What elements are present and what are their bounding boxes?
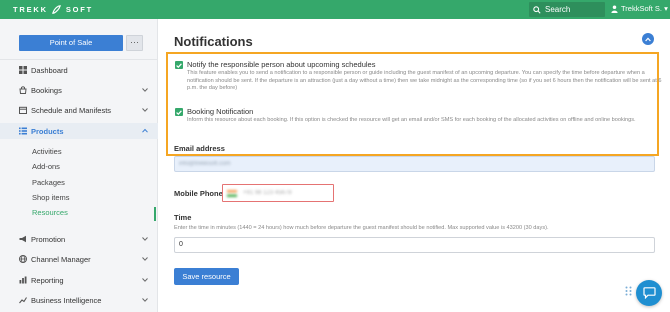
booking-notification-label[interactable]: Booking Notification [187, 107, 253, 116]
sidebar-item-products[interactable]: Products [0, 123, 158, 139]
sidebar-item-label: Schedule and Manifests [31, 105, 112, 115]
sidebar: Point of Sale ··· Dashboard Bookings Sch… [0, 19, 158, 312]
logo-mark-icon [51, 4, 63, 15]
user-name: TrekkSoft S. [621, 4, 662, 13]
chevron-down-icon [142, 298, 148, 302]
line-chart-icon [19, 296, 27, 304]
checkmark-icon [176, 62, 182, 68]
sidebar-item-dashboard[interactable]: Dashboard [0, 62, 158, 78]
point-of-sale-button[interactable]: Point of Sale [19, 35, 123, 51]
list-icon [19, 127, 27, 135]
active-indicator [154, 207, 156, 221]
chat-bubble-icon [642, 287, 656, 299]
sidebar-divider [0, 59, 158, 60]
megaphone-icon [19, 235, 27, 243]
drag-handle-icon[interactable] [625, 286, 632, 296]
country-flag-icon[interactable] [227, 189, 237, 197]
time-description: Enter the time in minutes (1440 = 24 hou… [174, 225, 549, 231]
chevron-down-icon [142, 257, 148, 261]
bookings-icon [19, 86, 27, 94]
email-field[interactable]: info@trekksoft.com [174, 156, 655, 172]
search-button[interactable]: Search [529, 2, 605, 17]
user-icon [611, 5, 618, 13]
logo-text-left: TREKK [13, 5, 48, 14]
sidebar-item-business-intelligence[interactable]: Business Intelligence [0, 292, 158, 308]
sidebar-subitem-resources[interactable]: Resources [32, 208, 68, 217]
chevron-up-icon [645, 37, 651, 41]
user-menu[interactable]: TrekkSoft S. ▾ [611, 4, 668, 13]
time-label: Time [174, 213, 192, 222]
sidebar-item-schedule[interactable]: Schedule and Manifests [0, 102, 158, 118]
save-resource-button[interactable]: Save resource [174, 268, 239, 285]
dashboard-icon [19, 66, 27, 74]
logo-text-right: SOFT [65, 5, 94, 14]
notify-schedules-label[interactable]: Notify the responsible person about upco… [187, 60, 375, 69]
sidebar-item-label: Reporting [31, 275, 64, 285]
main-content: Notifications Notify the responsible per… [159, 19, 670, 312]
chat-button[interactable] [636, 280, 662, 306]
sidebar-item-label: Business Intelligence [31, 295, 102, 305]
search-label: Search [545, 5, 571, 14]
sidebar-subitem-activities[interactable]: Activities [32, 147, 62, 156]
mobile-phone-label: Mobile Phone [174, 189, 223, 198]
booking-notification-description: Inform this resource about each booking.… [187, 117, 636, 123]
sidebar-item-label: Channel Manager [31, 254, 91, 264]
sidebar-item-label: Bookings [31, 85, 62, 95]
sidebar-item-reporting[interactable]: Reporting [0, 272, 158, 288]
user-caret-icon: ▾ [664, 4, 668, 13]
mobile-phone-field[interactable]: +91 98 123 45678 [222, 184, 334, 202]
sidebar-item-label: Promotion [31, 234, 66, 244]
notify-schedules-checkbox[interactable] [175, 61, 183, 69]
collapse-section-button[interactable] [642, 33, 654, 45]
chevron-down-icon [142, 108, 148, 112]
phone-value: +91 98 123 45678 [243, 190, 292, 196]
email-value: info@trekksoft.com [179, 161, 231, 167]
page-title: Notifications [174, 34, 253, 49]
sidebar-item-promotion[interactable]: Promotion [0, 231, 158, 247]
more-options-button[interactable]: ··· [126, 35, 143, 51]
email-label: Email address [174, 144, 225, 153]
sidebar-item-channel-manager[interactable]: Channel Manager [0, 251, 158, 267]
checkmark-icon [176, 109, 182, 115]
chevron-up-icon [142, 128, 148, 133]
time-field[interactable]: 0 [174, 237, 655, 253]
sidebar-item-label: Products [31, 126, 64, 136]
notify-schedules-description: This feature enables you to send a notif… [187, 70, 662, 92]
top-bar: TREKK SOFT Search TrekkSoft S. ▾ [0, 0, 670, 19]
calendar-icon [19, 106, 27, 114]
sidebar-subitem-packages[interactable]: Packages [32, 178, 65, 187]
bar-chart-icon [19, 276, 27, 284]
search-icon [533, 5, 541, 14]
chevron-down-icon [142, 88, 148, 92]
chevron-down-icon [142, 278, 148, 282]
sidebar-item-label: Dashboard [31, 65, 68, 75]
booking-notification-checkbox[interactable] [175, 108, 183, 116]
trekksoft-logo[interactable]: TREKK SOFT [13, 4, 93, 15]
globe-icon [19, 255, 27, 263]
chevron-down-icon [142, 237, 148, 241]
sidebar-item-bookings[interactable]: Bookings [0, 82, 158, 98]
sidebar-subitem-shop-items[interactable]: Shop items [32, 193, 70, 202]
sidebar-subitem-add-ons[interactable]: Add-ons [32, 162, 60, 171]
